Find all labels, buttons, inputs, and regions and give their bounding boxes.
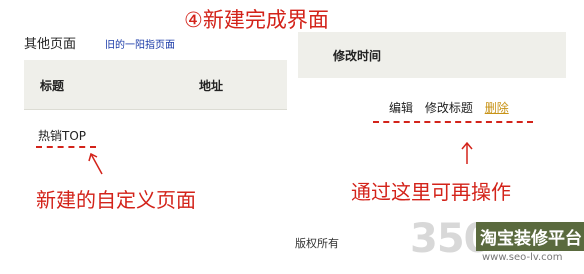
left-table-header: 标题 地址 (24, 60, 287, 110)
edit-button[interactable]: 编辑 (389, 101, 413, 115)
arrow-up-icon (461, 141, 473, 164)
step-title: ④新建完成界面 (184, 8, 329, 32)
annotation-new-custom-page: 新建的自定义页面 (36, 188, 196, 212)
watermark-logo: 350 淘宝装修平台 www.seo-lv.com (410, 216, 584, 272)
custom-page-link[interactable]: 热销TOP (38, 127, 86, 144)
old-page-link[interactable]: 旧的一阳指页面 (105, 36, 175, 51)
column-header-modified-time: 修改时间 (333, 49, 382, 63)
highlight-underline-right (373, 121, 533, 123)
row-actions: 编辑 修改标题 删除 (389, 99, 509, 116)
column-header-title: 标题 (40, 79, 65, 93)
watermark-site: www.seo-lv.com (482, 252, 563, 263)
edit-title-button[interactable]: 修改标题 (425, 101, 473, 115)
arrow-up-left-icon (88, 152, 103, 175)
section-title: 其他页面 (24, 37, 77, 52)
highlight-underline-left (36, 146, 96, 148)
annotation-operate-again: 通过这里可再操作 (351, 180, 511, 204)
right-table-header: 修改时间 (298, 32, 566, 78)
watermark-brand: 淘宝装修平台 (476, 222, 584, 251)
column-header-address: 地址 (199, 79, 224, 93)
copyright-text: 版权所有 (295, 237, 339, 250)
delete-button[interactable]: 删除 (485, 101, 509, 115)
